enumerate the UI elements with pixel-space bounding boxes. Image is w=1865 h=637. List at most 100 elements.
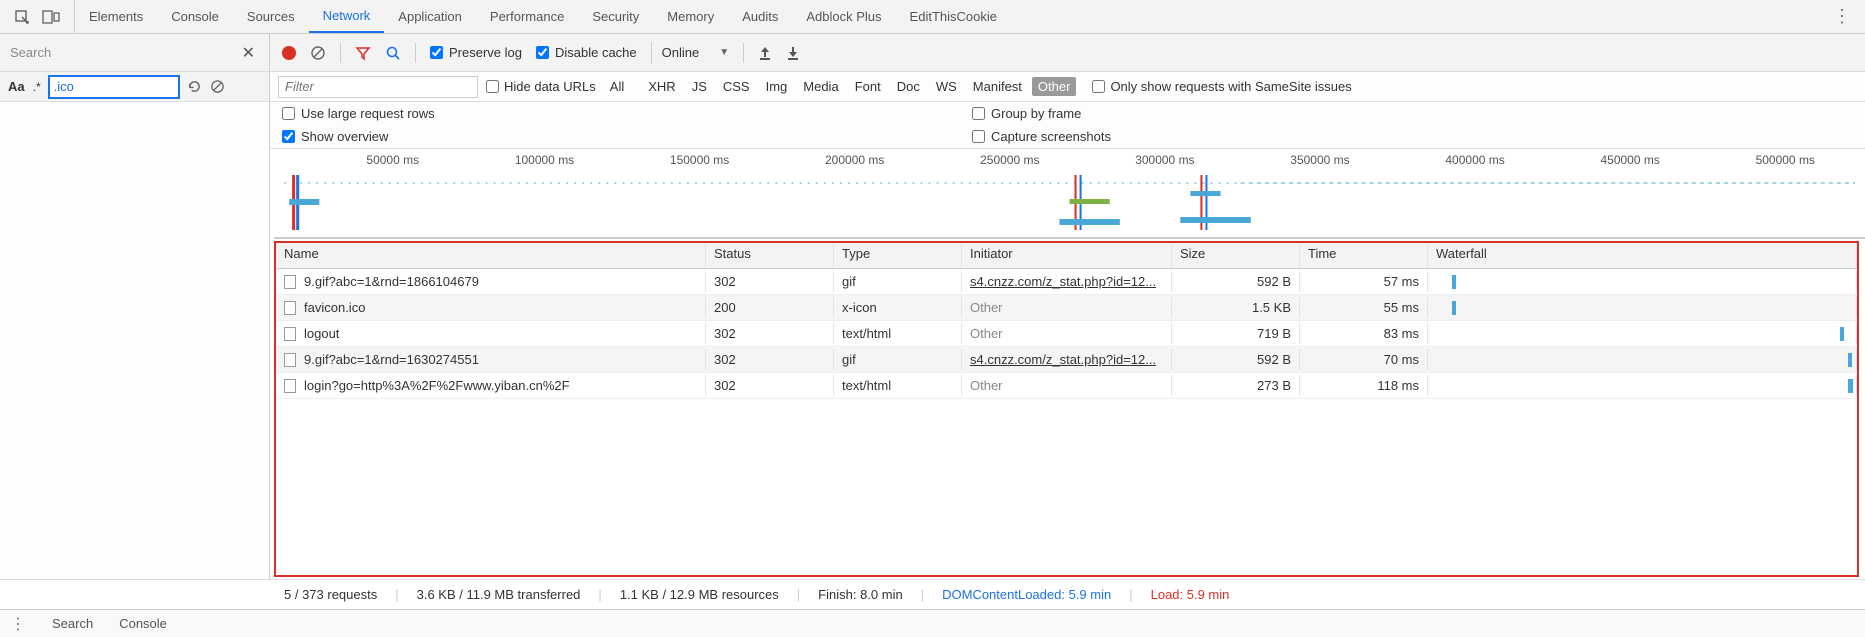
file-icon xyxy=(284,327,296,341)
tick-label: 150000 ms xyxy=(604,153,759,167)
status-transferred: 3.6 KB / 11.9 MB transferred xyxy=(417,587,581,602)
search-results-pane xyxy=(0,102,270,579)
file-icon xyxy=(284,353,296,367)
status-dcl: DOMContentLoaded: 5.9 min xyxy=(942,587,1111,602)
filter-icon[interactable] xyxy=(355,45,371,61)
tick-label: 400000 ms xyxy=(1380,153,1535,167)
chevron-down-icon: ▼ xyxy=(719,47,729,58)
tick-label: 200000 ms xyxy=(759,153,914,167)
initiator-link[interactable]: s4.cnzz.com/z_stat.php?id=12... xyxy=(970,352,1156,367)
filter-input[interactable] xyxy=(278,76,478,98)
tick-label: 250000 ms xyxy=(914,153,1069,167)
tick-label: 450000 ms xyxy=(1535,153,1690,167)
col-header-initiator[interactable]: Initiator xyxy=(962,243,1172,268)
type-filter-img[interactable]: Img xyxy=(760,77,794,96)
status-requests: 5 / 373 requests xyxy=(284,587,377,602)
table-row[interactable]: 9.gif?abc=1&rnd=1630274551302gifs4.cnzz.… xyxy=(276,347,1857,373)
panel-tab-sources[interactable]: Sources xyxy=(233,0,309,33)
preserve-log-label: Preserve log xyxy=(449,45,522,60)
table-row[interactable]: logout302text/htmlOther719 B83 ms xyxy=(276,321,1857,347)
status-bar: 5 / 373 requests| 3.6 KB / 11.9 MB trans… xyxy=(0,579,1865,609)
inspect-icon[interactable] xyxy=(14,9,30,25)
table-row[interactable]: 9.gif?abc=1&rnd=1866104679302gifs4.cnzz.… xyxy=(276,269,1857,295)
file-icon xyxy=(284,275,296,289)
search-icon[interactable] xyxy=(385,45,401,61)
search-input[interactable] xyxy=(8,42,236,64)
type-filter-css[interactable]: CSS xyxy=(717,77,756,96)
file-icon xyxy=(284,379,296,393)
tick-label: 100000 ms xyxy=(449,153,604,167)
tick-label: 350000 ms xyxy=(1225,153,1380,167)
table-row[interactable]: favicon.ico200x-iconOther1.5 KB55 ms xyxy=(276,295,1857,321)
waterfall-bar xyxy=(1452,301,1456,315)
file-icon xyxy=(284,301,296,315)
throttle-select[interactable]: Online▼ xyxy=(651,42,729,64)
panel-tab-audits[interactable]: Audits xyxy=(728,0,792,33)
panel-tab-elements[interactable]: Elements xyxy=(75,0,157,33)
status-load: Load: 5.9 min xyxy=(1151,587,1230,602)
panel-tab-performance[interactable]: Performance xyxy=(476,0,578,33)
type-filter-doc[interactable]: Doc xyxy=(891,77,926,96)
col-header-status[interactable]: Status xyxy=(706,243,834,268)
col-header-name[interactable]: Name xyxy=(276,243,706,268)
drawer-tab-search[interactable]: Search xyxy=(52,616,93,631)
type-filter-js[interactable]: JS xyxy=(686,77,713,96)
initiator-link[interactable]: s4.cnzz.com/z_stat.php?id=12... xyxy=(970,274,1156,289)
hide-data-urls-checkbox[interactable]: Hide data URLs xyxy=(486,79,596,94)
waterfall-bar xyxy=(1840,327,1844,341)
refresh-icon[interactable] xyxy=(187,79,202,94)
type-filter-other[interactable]: Other xyxy=(1032,77,1077,96)
cancel-icon[interactable] xyxy=(210,79,225,94)
panel-tab-adblock-plus[interactable]: Adblock Plus xyxy=(792,0,895,33)
col-header-time[interactable]: Time xyxy=(1300,243,1428,268)
tick-label: 50000 ms xyxy=(294,153,449,167)
drawer-tab-console[interactable]: Console xyxy=(119,616,167,631)
panel-tab-security[interactable]: Security xyxy=(578,0,653,33)
overview-timeline[interactable]: 50000 ms100000 ms150000 ms200000 ms25000… xyxy=(274,149,1865,239)
more-icon[interactable]: ⋮ xyxy=(1819,6,1865,27)
col-header-size[interactable]: Size xyxy=(1172,243,1300,268)
drawer-more-icon[interactable]: ⋮ xyxy=(10,614,26,634)
panel-tab-console[interactable]: Console xyxy=(157,0,233,33)
initiator-text: Other xyxy=(970,378,1003,393)
disable-cache-checkbox[interactable]: Disable cache xyxy=(536,45,637,60)
type-filter-xhr[interactable]: XHR xyxy=(642,77,681,96)
upload-icon[interactable] xyxy=(758,45,772,61)
url-filter-input[interactable] xyxy=(49,76,179,98)
preserve-log-checkbox[interactable]: Preserve log xyxy=(430,45,522,60)
table-row[interactable]: login?go=http%3A%2F%2Fwww.yiban.cn%2F302… xyxy=(276,373,1857,399)
type-filter-font[interactable]: Font xyxy=(849,77,887,96)
waterfall-bar xyxy=(1848,379,1853,393)
col-header-waterfall[interactable]: Waterfall xyxy=(1428,243,1857,268)
waterfall-bar xyxy=(1452,275,1456,289)
request-table: Name Status Type Initiator Size Time Wat… xyxy=(274,241,1859,577)
device-icon[interactable] xyxy=(42,10,60,24)
download-icon[interactable] xyxy=(786,45,800,61)
large-rows-checkbox[interactable]: Use large request rows xyxy=(282,106,932,121)
panel-tab-application[interactable]: Application xyxy=(384,0,476,33)
type-filter-ws[interactable]: WS xyxy=(930,77,963,96)
record-button[interactable] xyxy=(282,46,296,60)
type-filter-media[interactable]: Media xyxy=(797,77,844,96)
disable-cache-label: Disable cache xyxy=(555,45,637,60)
match-case-button[interactable]: Aa xyxy=(8,79,25,94)
tick-label: 300000 ms xyxy=(1069,153,1224,167)
regex-button[interactable]: .* xyxy=(33,80,41,94)
clear-icon[interactable] xyxy=(310,45,326,61)
col-header-type[interactable]: Type xyxy=(834,243,962,268)
show-overview-checkbox[interactable]: Show overview xyxy=(282,129,932,144)
initiator-text: Other xyxy=(970,326,1003,341)
initiator-text: Other xyxy=(970,300,1003,315)
type-filter-all[interactable]: All xyxy=(604,77,630,96)
panel-tab-memory[interactable]: Memory xyxy=(653,0,728,33)
tick-label: 500000 ms xyxy=(1690,153,1845,167)
panel-tab-editthiscookie[interactable]: EditThisCookie xyxy=(896,0,1011,33)
waterfall-bar xyxy=(1848,353,1852,367)
capture-screenshots-checkbox[interactable]: Capture screenshots xyxy=(972,129,1111,144)
close-icon[interactable]: ✕ xyxy=(236,43,261,63)
type-filter-manifest[interactable]: Manifest xyxy=(967,77,1028,96)
group-frame-checkbox[interactable]: Group by frame xyxy=(972,106,1081,121)
status-resources: 1.1 KB / 12.9 MB resources xyxy=(620,587,779,602)
panel-tab-network[interactable]: Network xyxy=(309,0,385,33)
samesite-checkbox[interactable]: Only show requests with SameSite issues xyxy=(1092,79,1351,94)
